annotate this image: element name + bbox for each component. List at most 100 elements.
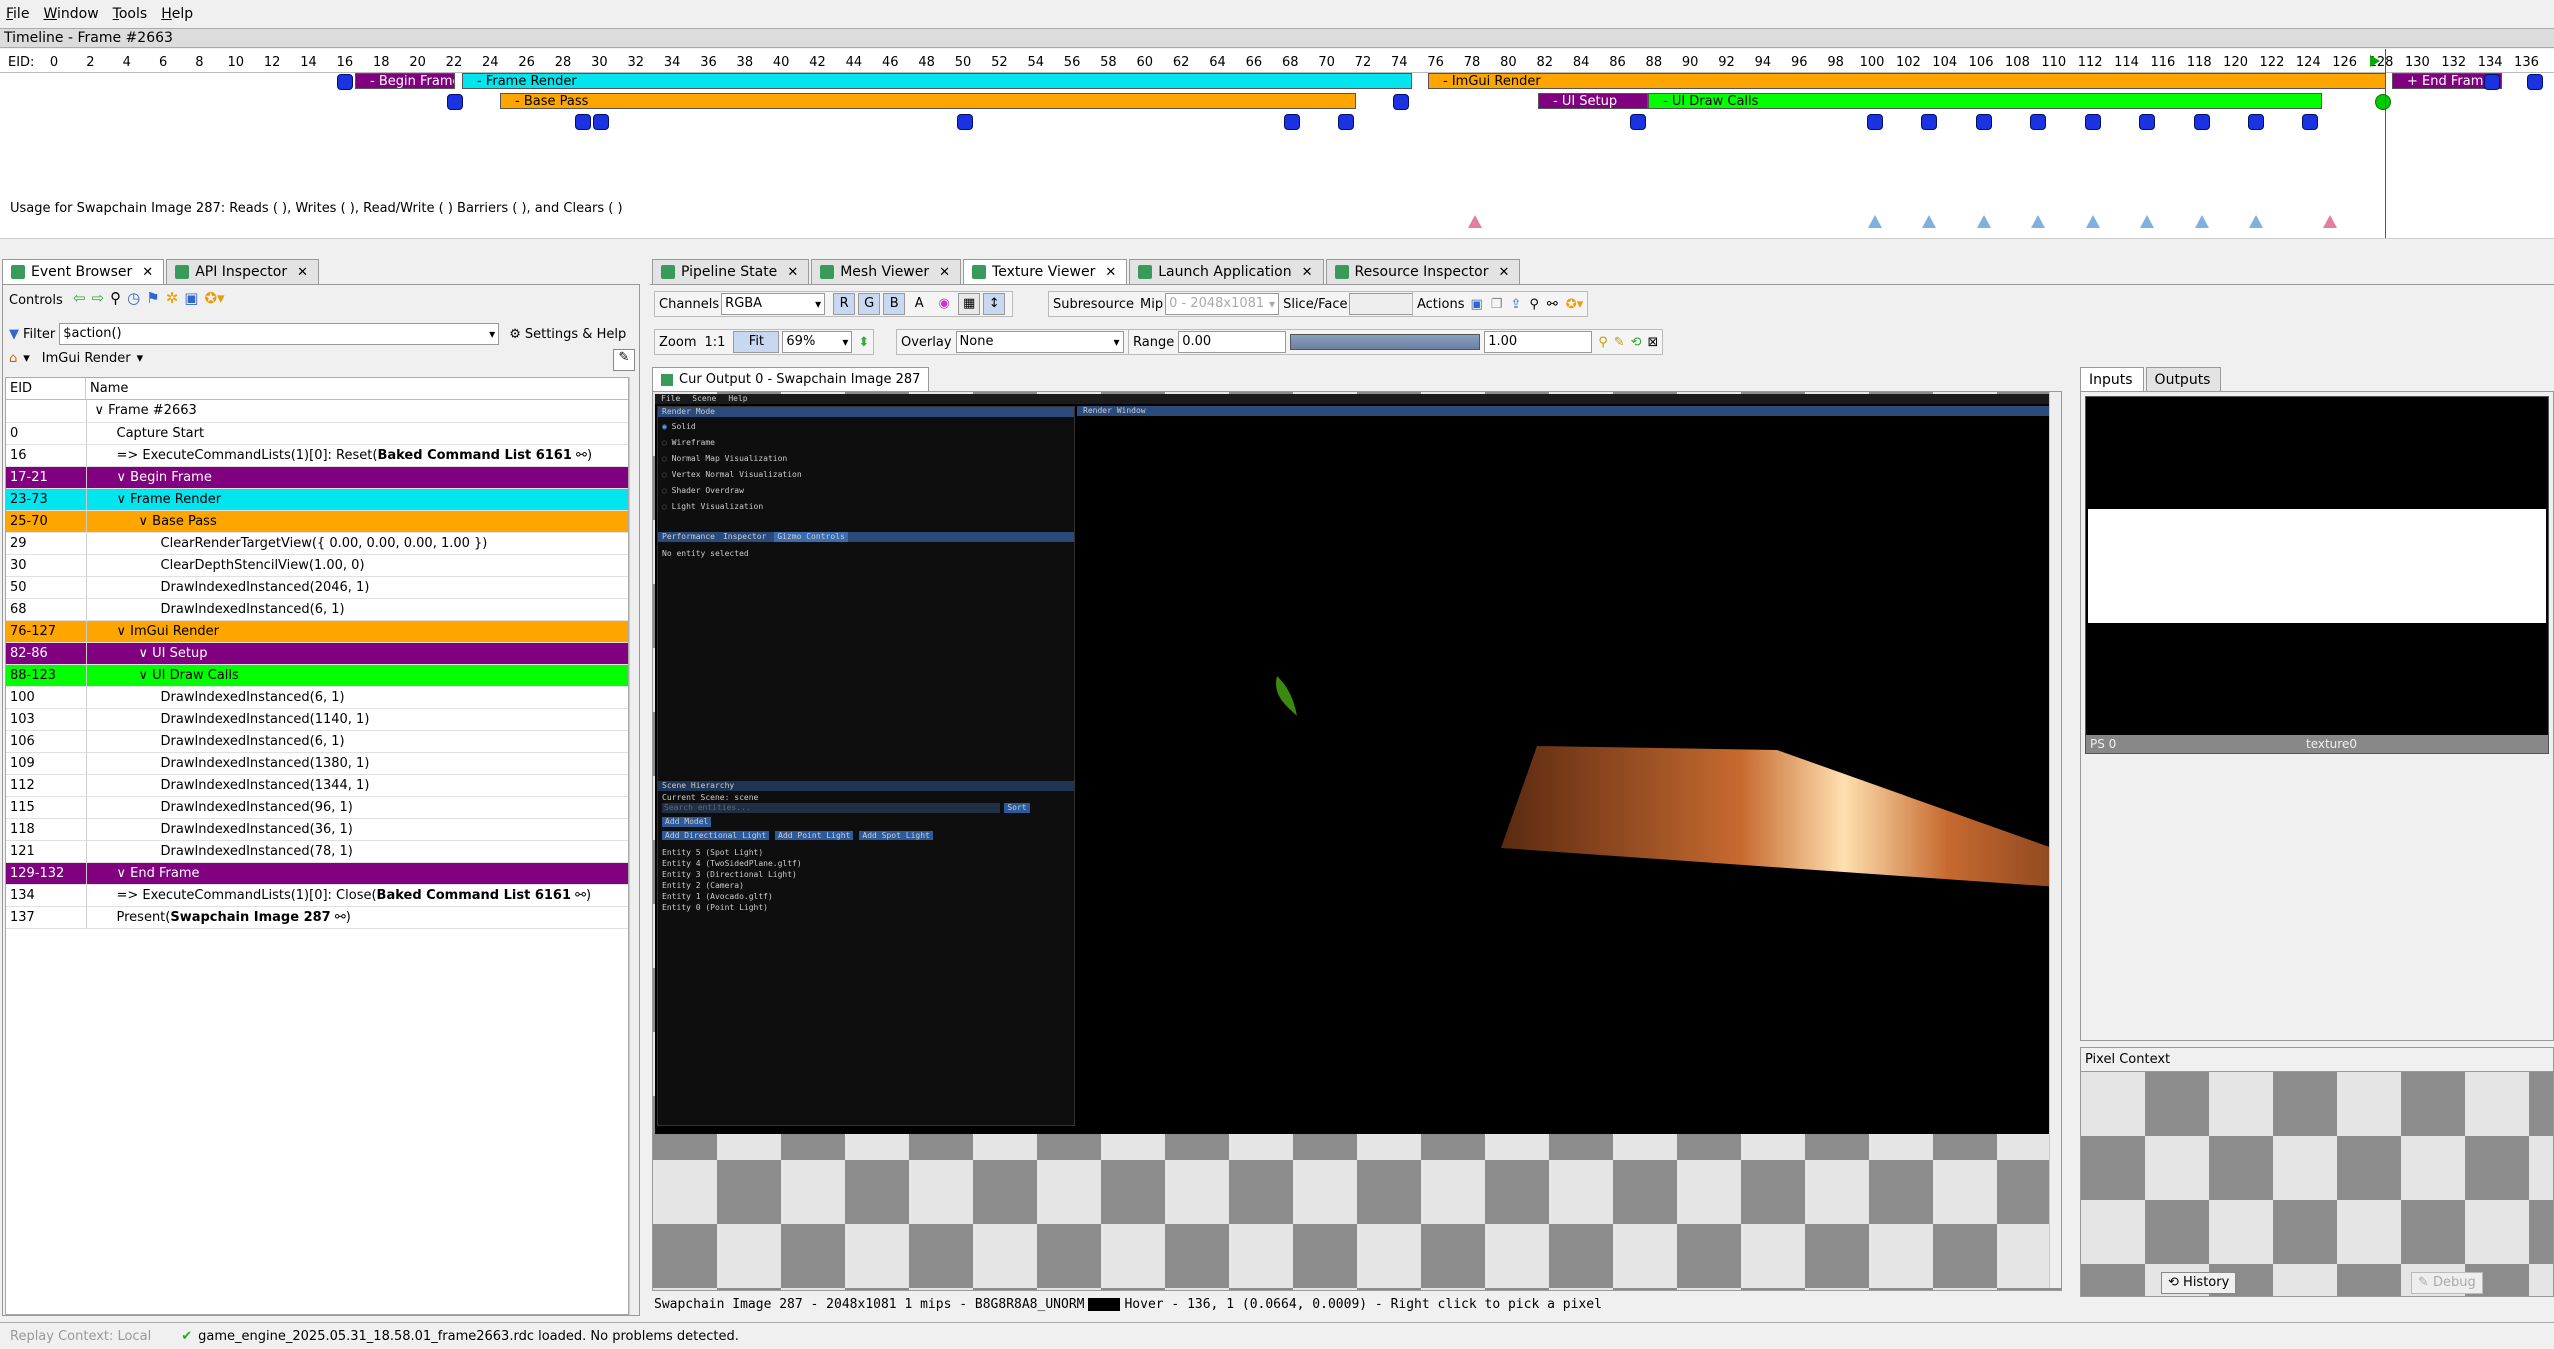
flip-y-icon[interactable]: ↕: [983, 293, 1006, 315]
close-icon[interactable]: ✕: [1498, 265, 1509, 280]
timeline-event-marker[interactable]: [1867, 114, 1883, 130]
reset-range-icon[interactable]: ⟲: [1631, 335, 1642, 350]
histogram-icon[interactable]: ⊠: [1648, 335, 1659, 350]
timeline-panel[interactable]: EID: 0 2 4 6 8 10 12 14 16 18 20 22 24 26 28 30 32 34 36 38…: [0, 49, 2554, 249]
tab-inputs[interactable]: Inputs: [2080, 367, 2144, 391]
event-row[interactable]: 88-123 ∨ UI Draw Calls: [6, 664, 628, 687]
timeline-event-marker[interactable]: [1338, 114, 1354, 130]
link-icon[interactable]: ⚯: [331, 910, 346, 925]
event-row[interactable]: 17-21 ∨ Begin Frame: [6, 466, 628, 489]
texture-canvas[interactable]: File Scene Help Render Mode ◉ Solid ○ Wir…: [652, 391, 2062, 1291]
event-row[interactable]: 137 Present(Swapchain Image 287 ⚯): [6, 906, 628, 929]
event-row[interactable]: 109 DrawIndexedInstanced(1380, 1): [6, 752, 628, 775]
close-icon[interactable]: ✕: [1302, 265, 1313, 280]
menu-help[interactable]: Help: [161, 6, 193, 22]
event-row[interactable]: 106 DrawIndexedInstanced(6, 1): [6, 730, 628, 753]
expand-chevron-icon[interactable]: ∨: [117, 470, 131, 485]
column-header-eid[interactable]: EID: [6, 378, 86, 399]
expand-chevron-icon[interactable]: ∨: [139, 668, 153, 683]
zoom-select[interactable]: 69%: [782, 331, 853, 353]
tab-texture-viewer[interactable]: Texture Viewer ✕: [963, 259, 1128, 284]
range-max-input[interactable]: 1.00: [1484, 331, 1593, 353]
usage-read-marker[interactable]: [2249, 215, 2263, 228]
debug-button[interactable]: ✎ Debug: [2411, 1272, 2483, 1294]
settings-help-button[interactable]: Settings & Help: [525, 327, 626, 342]
event-row[interactable]: 30 ClearDepthStencilView(1.00, 0): [6, 554, 628, 577]
timeline-event-marker[interactable]: [2194, 114, 2210, 130]
tab-pipeline-state[interactable]: Pipeline State ✕: [652, 259, 810, 284]
tab-resource-inspector[interactable]: Resource Inspector ✕: [1325, 259, 1521, 284]
event-row[interactable]: 112 DrawIndexedInstanced(1344, 1): [6, 774, 628, 797]
event-row[interactable]: 76-127 ∨ ImGui Render: [6, 620, 628, 643]
checkerboard-toggle-icon[interactable]: ▦: [958, 293, 981, 315]
timeline-horizontal-scrollbar[interactable]: [0, 238, 2554, 250]
event-row[interactable]: 25-70 ∨ Base Pass: [6, 510, 628, 533]
menu-file[interactable]: File: [6, 6, 29, 22]
resource-link[interactable]: Swapchain Image 287: [170, 910, 330, 925]
link-icon[interactable]: ⚯: [1547, 297, 1558, 312]
tab-cur-output[interactable]: Cur Output 0 - Swapchain Image 287: [652, 367, 930, 391]
replay-context[interactable]: Replay Context: Local: [10, 1329, 151, 1344]
texture-vertical-scrollbar[interactable]: [2049, 392, 2061, 1288]
timeline-bar-frame-render[interactable]: - Frame Render: [462, 73, 1412, 89]
event-row[interactable]: 68 DrawIndexedInstanced(6, 1): [6, 598, 628, 621]
timeline-event-marker[interactable]: [2085, 114, 2101, 130]
timeline-event-marker[interactable]: [1976, 114, 1992, 130]
usage-read-marker[interactable]: [1922, 215, 1936, 228]
flip-icon[interactable]: ⬍: [858, 335, 869, 350]
channel-b-toggle[interactable]: B: [883, 293, 906, 315]
timeline-bar-imgui-render[interactable]: - ImGui Render: [1428, 73, 2386, 89]
timeline-event-marker[interactable]: [2030, 114, 2046, 130]
timeline-bar-begin-frame[interactable]: - Begin Frame: [355, 73, 455, 89]
range-histogram-slider[interactable]: [1290, 334, 1481, 350]
event-row[interactable]: 29 ClearRenderTargetView({ 0.00, 0.00, 0.…: [6, 532, 628, 555]
event-row[interactable]: 23-73 ∨ Frame Render: [6, 488, 628, 511]
timeline-event-marker[interactable]: [2302, 114, 2318, 130]
mip-select[interactable]: 0 - 2048x1081: [1165, 293, 1280, 315]
event-row[interactable]: 100 DrawIndexedInstanced(6, 1): [6, 686, 628, 709]
zoom-1to1-button[interactable]: 1:1: [704, 335, 725, 350]
timeline-bar-ui-draw-calls[interactable]: - UI Draw Calls: [1648, 93, 2322, 109]
filter-input[interactable]: $action(): [59, 323, 500, 345]
expand-chevron-icon[interactable]: ∨: [139, 646, 153, 661]
tab-api-inspector[interactable]: API Inspector ✕: [166, 259, 320, 284]
expand-chevron-icon[interactable]: ∨: [95, 403, 109, 418]
event-list-scrollbar[interactable]: [629, 377, 639, 1315]
timeline-event-marker[interactable]: [1630, 114, 1646, 130]
timeline-bar-ui-setup[interactable]: - UI Setup: [1538, 93, 1648, 109]
usage-read-marker[interactable]: [1868, 215, 1882, 228]
usage-readwrite-marker[interactable]: [2323, 215, 2337, 228]
pixel-context-view[interactable]: ⟲ History ✎ Debug: [2080, 1071, 2554, 1297]
edit-pencil-icon[interactable]: ✎: [613, 349, 635, 371]
event-row[interactable]: ∨ Frame #2663: [6, 400, 628, 423]
expand-chevron-icon[interactable]: ∨: [117, 492, 131, 507]
tab-launch-application[interactable]: Launch Application ✕: [1129, 259, 1324, 284]
settings-gear-icon[interactable]: ✲: [166, 289, 179, 307]
home-icon[interactable]: ⌂: [9, 351, 17, 366]
column-header-name[interactable]: Name: [86, 378, 128, 399]
event-row[interactable]: 129-132 ∨ End Frame: [6, 862, 628, 885]
open-in-resource-icon[interactable]: ⇪: [1510, 297, 1521, 312]
breadcrumb[interactable]: ImGui Render: [42, 351, 131, 366]
resource-link[interactable]: Baked Command List 6161: [377, 888, 571, 903]
auto-fit-icon[interactable]: ✎: [1614, 335, 1625, 350]
channels-select[interactable]: RGBA: [721, 293, 826, 315]
timeline-event-marker[interactable]: [2527, 74, 2543, 90]
timeline-event-marker[interactable]: [593, 114, 609, 130]
usage-read-marker[interactable]: [2140, 215, 2154, 228]
back-arrow-icon[interactable]: ⇦: [73, 289, 86, 307]
usage-read-marker[interactable]: [2031, 215, 2045, 228]
event-row[interactable]: 134 => ExecuteCommandLists(1)[0]: Close(B…: [6, 884, 628, 907]
forward-arrow-icon[interactable]: ⇨: [92, 289, 105, 307]
channel-a-toggle[interactable]: A: [908, 293, 930, 315]
usage-read-marker[interactable]: [2195, 215, 2209, 228]
event-row[interactable]: 0 Capture Start: [6, 422, 628, 445]
event-row[interactable]: 118 DrawIndexedInstanced(36, 1): [6, 818, 628, 841]
settings-gear-icon[interactable]: ⚙: [509, 327, 521, 342]
usage-readwrite-marker[interactable]: [1468, 215, 1482, 228]
timeline-event-marker[interactable]: [447, 94, 463, 110]
event-row[interactable]: 50 DrawIndexedInstanced(2046, 1): [6, 576, 628, 599]
fit-button[interactable]: Fit: [733, 331, 780, 353]
color-wheel-icon[interactable]: ◉: [933, 293, 955, 315]
copy-icon[interactable]: ❐: [1491, 297, 1503, 312]
